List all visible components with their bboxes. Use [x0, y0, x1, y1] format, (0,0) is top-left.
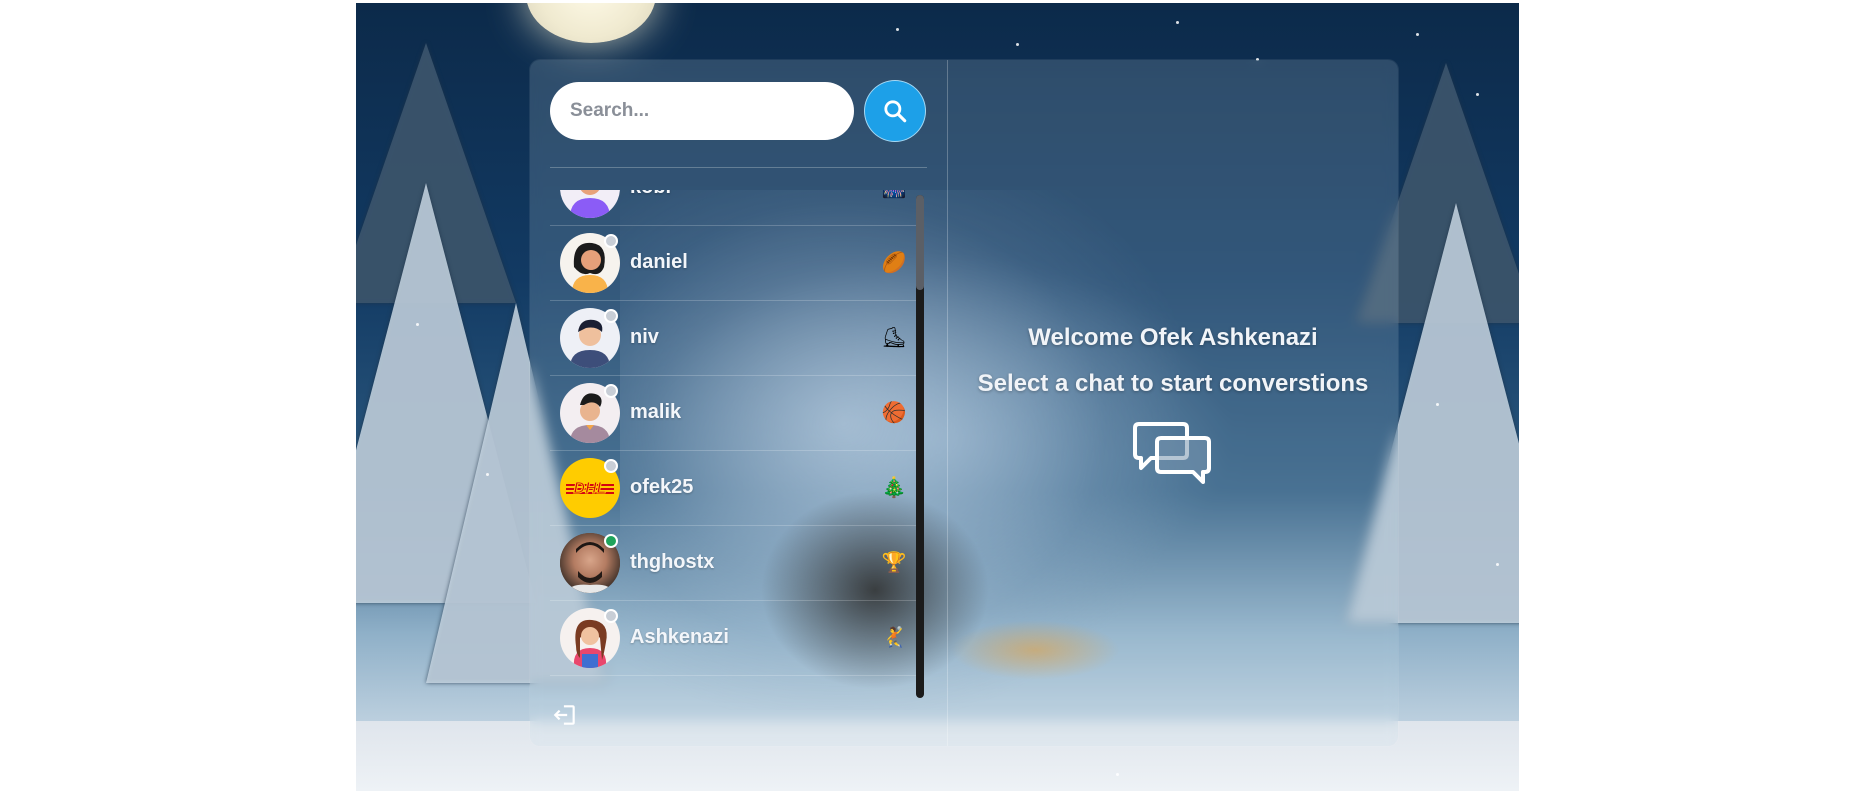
- user-emoji: 🤾: [881, 627, 907, 649]
- user-item-malik[interactable]: malik 🏀: [550, 375, 918, 451]
- user-name: niv: [630, 326, 659, 348]
- snowflake: [1016, 43, 1019, 46]
- snowflake: [1476, 93, 1479, 96]
- chat-panel: kobi 🎆 daniel 🏉: [530, 60, 1398, 746]
- avatar: DHL: [560, 457, 620, 518]
- search-icon: [884, 100, 907, 123]
- moon-image: [526, 3, 656, 43]
- divider: [550, 167, 927, 168]
- user-item-ashkenazi[interactable]: Ashkenazi 🤾: [550, 600, 918, 676]
- snowflake: [1436, 403, 1439, 406]
- welcome-pane: Welcome Ofek Ashkenazi Select a chat to …: [948, 60, 1398, 746]
- search-button[interactable]: [864, 80, 926, 142]
- user-name: Ashkenazi: [630, 626, 729, 648]
- welcome-title: Welcome Ofek Ashkenazi: [1028, 324, 1318, 351]
- chat-bubbles-icon: [1133, 422, 1211, 484]
- search-input[interactable]: [550, 82, 854, 140]
- avatar: [560, 190, 620, 218]
- user-item-niv[interactable]: niv ⛸: [550, 300, 918, 376]
- person-avatar-icon: [560, 190, 620, 218]
- search-bar: [550, 80, 926, 142]
- snowflake: [1416, 33, 1419, 36]
- status-dot: [604, 608, 618, 623]
- user-item-ofek25[interactable]: DHL ofek25 🎄: [550, 450, 918, 526]
- user-emoji: 🏉: [881, 252, 907, 274]
- avatar: [560, 382, 620, 443]
- snowflake: [1116, 773, 1119, 776]
- sidebar: kobi 🎆 daniel 🏉: [530, 60, 948, 746]
- avatar: [560, 232, 620, 293]
- snowflake: [486, 473, 489, 476]
- status-dot: [604, 233, 618, 248]
- logout-button[interactable]: [550, 700, 580, 730]
- user-list: kobi 🎆 daniel 🏉: [550, 190, 918, 700]
- avatar: [560, 607, 620, 668]
- snowflake: [1176, 21, 1179, 24]
- user-name: kobi: [630, 190, 880, 199]
- snowflake: [896, 28, 899, 31]
- status-dot-online: [604, 533, 618, 548]
- scrollbar-thumb[interactable]: [916, 195, 924, 290]
- user-name: thghostx: [630, 551, 715, 573]
- logout-icon: [553, 705, 575, 725]
- status-dot: [604, 308, 618, 323]
- user-name: ofek25: [630, 476, 694, 498]
- user-name: daniel: [630, 251, 688, 273]
- snowflake: [416, 323, 419, 326]
- user-emoji: 🎆: [880, 190, 908, 200]
- user-item-daniel[interactable]: daniel 🏉: [550, 225, 918, 301]
- user-emoji: ⛸: [881, 327, 907, 349]
- user-item-thghostx[interactable]: thghostx 🏆: [550, 525, 918, 601]
- svg-text:DHL: DHL: [574, 480, 607, 497]
- user-name: malik: [630, 401, 682, 423]
- user-emoji: 🏀: [881, 402, 907, 424]
- user-emoji: 🎄: [881, 477, 907, 499]
- snowflake: [1496, 563, 1499, 566]
- welcome-subtitle: Select a chat to start converstions: [977, 370, 1369, 397]
- user-item-kobi[interactable]: kobi 🎆: [550, 190, 918, 226]
- avatar: [560, 532, 620, 593]
- avatar: [560, 307, 620, 368]
- status-dot: [604, 458, 618, 473]
- status-dot: [604, 383, 618, 398]
- user-emoji: 🏆: [881, 552, 907, 574]
- user-list-scrollbar[interactable]: [916, 195, 924, 698]
